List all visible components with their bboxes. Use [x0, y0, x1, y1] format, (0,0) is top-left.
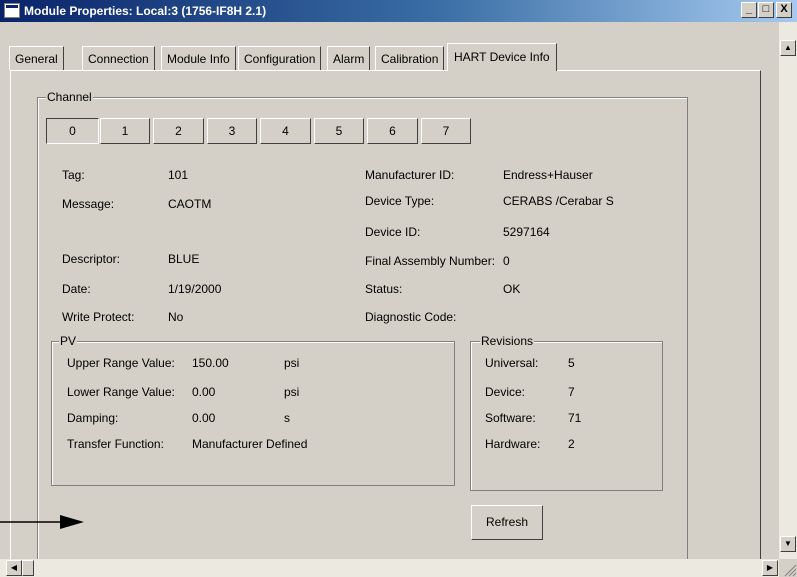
tab-hart-device-info[interactable]: HART Device Info	[447, 43, 557, 71]
window-title: Module Properties: Local:3 (1756-IF8H 2.…	[24, 4, 267, 18]
transfer-function-label: Transfer Function:	[67, 437, 164, 451]
size-grip[interactable]	[779, 559, 797, 577]
upper-range-label: Upper Range Value:	[67, 356, 175, 370]
channel-4-button[interactable]: 4	[260, 118, 311, 144]
tab-configuration[interactable]: Configuration	[238, 46, 322, 70]
channel-6-button[interactable]: 6	[367, 118, 418, 144]
universal-label: Universal:	[485, 356, 539, 370]
manufacturer-id-value: Endress+Hauser	[503, 168, 593, 182]
channel-groupbox	[37, 97, 688, 562]
tab-general[interactable]: General	[9, 46, 64, 70]
tab-alarm[interactable]: Alarm	[327, 46, 371, 70]
title-bar[interactable]: Module Properties: Local:3 (1756-IF8H 2.…	[0, 0, 797, 22]
tab-module-info[interactable]: Module Info	[161, 46, 236, 70]
device-revision-label: Device:	[485, 385, 526, 399]
lower-range-label: Lower Range Value:	[67, 385, 175, 399]
device-type-value: CERABS /Cerabar S	[503, 194, 614, 208]
maximize-button[interactable]: □	[758, 2, 774, 18]
refresh-button[interactable]: Refresh	[471, 505, 543, 540]
scroll-down-button[interactable]: ▼	[780, 536, 796, 552]
device-revision-value: 7	[568, 385, 575, 399]
lower-range-value: 0.00	[192, 385, 216, 399]
diagnostic-code-label: Diagnostic Code:	[365, 310, 457, 324]
hardware-label: Hardware:	[485, 437, 541, 451]
date-label: Date:	[62, 282, 91, 296]
channel-label: Channel	[46, 90, 93, 104]
channel-7-button[interactable]: 7	[421, 118, 471, 144]
tab-connection[interactable]: Connection	[82, 46, 155, 70]
upper-range-value: 150.00	[192, 356, 229, 370]
tag-label: Tag:	[62, 168, 85, 182]
tag-value: 101	[168, 168, 189, 182]
status-value: OK	[503, 282, 521, 296]
minimize-button[interactable]: _	[741, 2, 757, 18]
channel-3-button[interactable]: 3	[207, 118, 257, 144]
software-label: Software:	[485, 411, 536, 425]
channel-2-button[interactable]: 2	[153, 118, 204, 144]
message-value: CAOTM	[168, 197, 212, 211]
write-protect-label: Write Protect:	[62, 310, 135, 324]
scroll-up-button[interactable]: ▲	[780, 40, 796, 56]
device-type-label: Device Type:	[365, 194, 435, 208]
vertical-scrollbar[interactable]: ▲ ▼	[779, 22, 797, 559]
device-id-value: 5297164	[503, 225, 550, 239]
damping-value: 0.00	[192, 411, 216, 425]
pv-label: PV	[59, 334, 78, 348]
horizontal-scrollbar[interactable]: ◀ ▶	[0, 559, 779, 577]
hardware-value: 2	[568, 437, 575, 451]
channel-0-button[interactable]: 0	[46, 118, 99, 144]
status-label: Status:	[365, 282, 403, 296]
device-id-label: Device ID:	[365, 225, 421, 239]
close-button[interactable]: X	[776, 2, 792, 18]
channel-1-button[interactable]: 1	[100, 118, 150, 144]
scroll-right-button[interactable]: ▶	[762, 560, 778, 576]
date-value: 1/19/2000	[168, 282, 222, 296]
tab-calibration[interactable]: Calibration	[375, 46, 445, 70]
message-label: Message:	[62, 197, 115, 211]
annotation-arrow-icon	[0, 515, 84, 529]
upper-range-unit: psi	[284, 356, 300, 370]
scroll-left-button[interactable]: ◀	[6, 560, 22, 576]
size-grip-icon	[784, 564, 797, 577]
descriptor-value: BLUE	[168, 252, 200, 266]
damping-unit: s	[284, 411, 290, 425]
revisions-label: Revisions	[480, 334, 535, 348]
descriptor-label: Descriptor:	[62, 252, 121, 266]
manufacturer-id-label: Manufacturer ID:	[365, 168, 455, 182]
universal-value: 5	[568, 356, 575, 370]
module-properties-window: Module Properties: Local:3 (1756-IF8H 2.…	[0, 0, 797, 577]
horizontal-scroll-thumb[interactable]	[22, 560, 34, 576]
software-value: 71	[568, 411, 582, 425]
channel-5-button[interactable]: 5	[314, 118, 364, 144]
lower-range-unit: psi	[284, 385, 300, 399]
transfer-function-value: Manufacturer Defined	[192, 437, 308, 451]
write-protect-value: No	[168, 310, 184, 324]
window-icon	[4, 3, 20, 18]
damping-label: Damping:	[67, 411, 119, 425]
final-assembly-number-value: 0	[503, 254, 510, 268]
final-assembly-number-label: Final Assembly Number:	[365, 254, 496, 268]
